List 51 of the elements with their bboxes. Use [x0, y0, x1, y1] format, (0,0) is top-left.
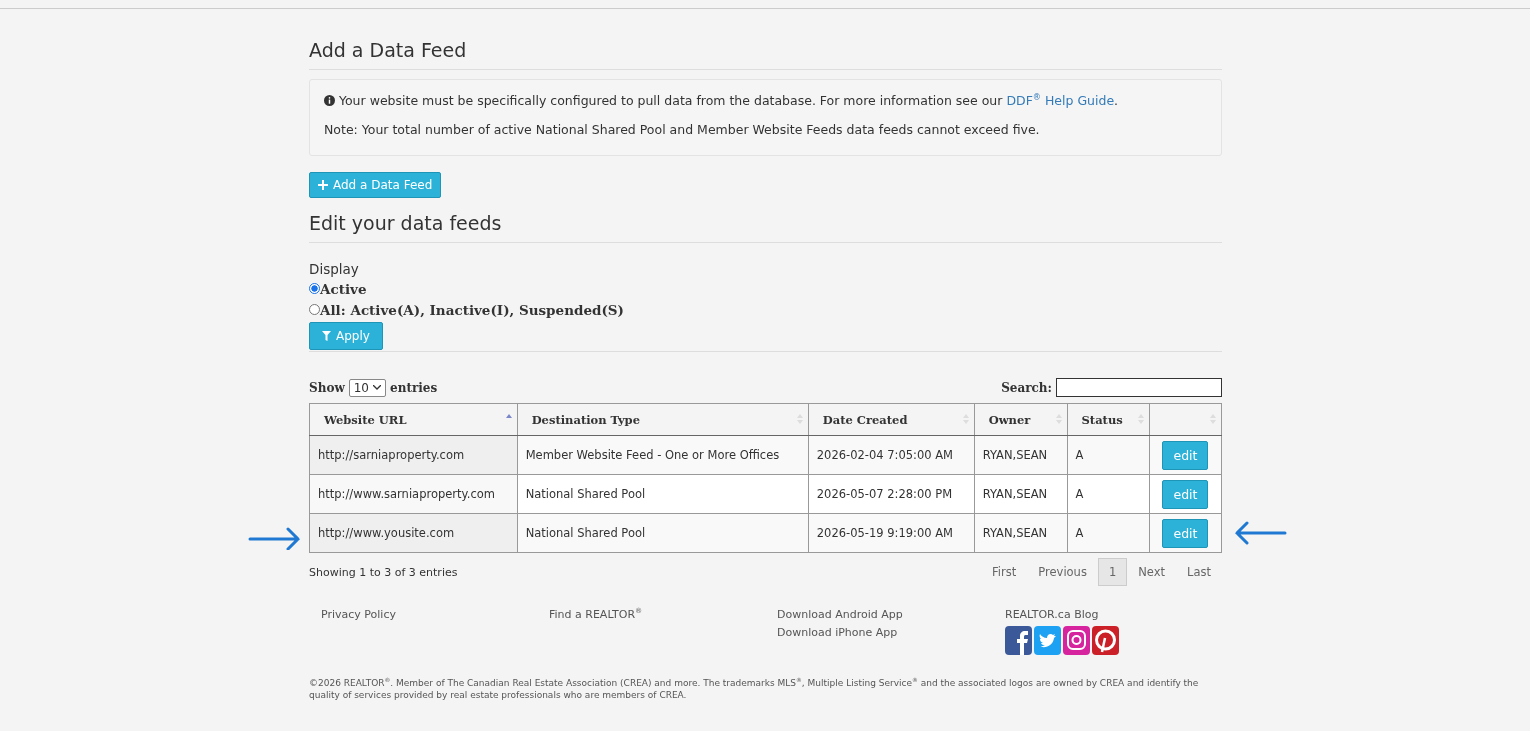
table-cell: 2026-05-19 9:19:00 AM — [808, 513, 975, 553]
pagination-button[interactable]: Previous — [1027, 558, 1098, 586]
table-cell: http://www.sarniaproperty.com — [309, 474, 518, 514]
chevron-down-icon — [373, 385, 381, 390]
column-header[interactable] — [1149, 403, 1222, 436]
footer-link[interactable]: REALTOR.ca Blog — [1005, 608, 1233, 621]
table-cell: 2026-05-07 2:28:00 PM — [808, 474, 975, 514]
help-guide-link[interactable]: DDF$^{®}$ Help Guide — [1006, 93, 1115, 108]
filter-icon — [322, 331, 331, 341]
info-text: Your website must be specifically configured to pull data from the database. For more information see our DDF$^{®}$ Help Guide. — [324, 93, 1207, 108]
column-header[interactable]: Status — [1067, 403, 1150, 436]
table-cell: RYAN,SEAN — [974, 474, 1068, 514]
table-cell: Member Website Feed - One or More Offices — [517, 435, 809, 475]
pagination-button[interactable]: Next — [1127, 558, 1177, 586]
table-cell: National Shared Pool — [517, 513, 809, 553]
radio-button[interactable] — [309, 304, 320, 315]
plus-icon — [318, 180, 328, 190]
footer-link[interactable]: Find a REALTOR$^{®}$ — [549, 608, 777, 621]
show-label: Show — [309, 380, 345, 395]
pagination-button[interactable]: 1 — [1097, 558, 1128, 586]
pagination-button[interactable]: Last — [1176, 558, 1222, 586]
radio-label: All: Active(A), Inactive(I), Suspended(S) — [320, 301, 624, 318]
column-header[interactable]: Owner — [974, 403, 1068, 436]
note-text: Note: Your total number of active National Shared Pool and Member Website Feeds data feeds cannot exceed five. — [324, 122, 1041, 137]
column-header[interactable]: Destination Type — [517, 403, 809, 436]
table-cell: RYAN,SEAN — [974, 513, 1068, 553]
display-label: Display — [309, 261, 359, 277]
radio-button[interactable] — [309, 283, 320, 294]
search-field[interactable] — [1056, 378, 1222, 397]
footer-link[interactable]: Download Android App — [777, 608, 1005, 621]
pagination-button[interactable]: First — [981, 558, 1028, 586]
table-cell: 2026-02-04 7:05:00 AM — [808, 435, 975, 475]
radio-label: Active — [320, 280, 367, 297]
table-cell: A — [1067, 474, 1150, 514]
footer-link[interactable]: Privacy Policy — [321, 608, 549, 621]
table-cell: A — [1067, 513, 1150, 553]
search-label: Search: — [1001, 380, 1052, 395]
table-cell: RYAN,SEAN — [974, 435, 1068, 475]
table-cell: National Shared Pool — [517, 474, 809, 514]
entries-label: entries — [390, 380, 438, 395]
section-heading: Edit your data feeds — [309, 212, 1222, 243]
table-cell: A — [1067, 435, 1150, 475]
page-size-select[interactable]: 10 — [348, 378, 386, 397]
footer-link[interactable]: Download iPhone App — [777, 626, 1005, 639]
column-header[interactable]: Website URL — [309, 403, 518, 436]
info-icon — [324, 95, 335, 106]
column-header[interactable]: Date Created — [808, 403, 975, 436]
table-cell: http://sarniaproperty.com — [309, 435, 518, 475]
section-heading: Add a Data Feed — [309, 39, 1222, 70]
table-info: Showing 1 to 3 of 3 entries — [309, 565, 458, 579]
copyright-text: ©2026 REALTOR$^{®}$. Member of The Canadian Real Estate Association (CREA) and more. The trademarks MLS$^{®}$, Multiple Listing Service$^{®}$ and the associated logos are owned by CREA and identify the quality of services provided by real estate professionals who are members of CREA. — [309, 677, 1200, 702]
